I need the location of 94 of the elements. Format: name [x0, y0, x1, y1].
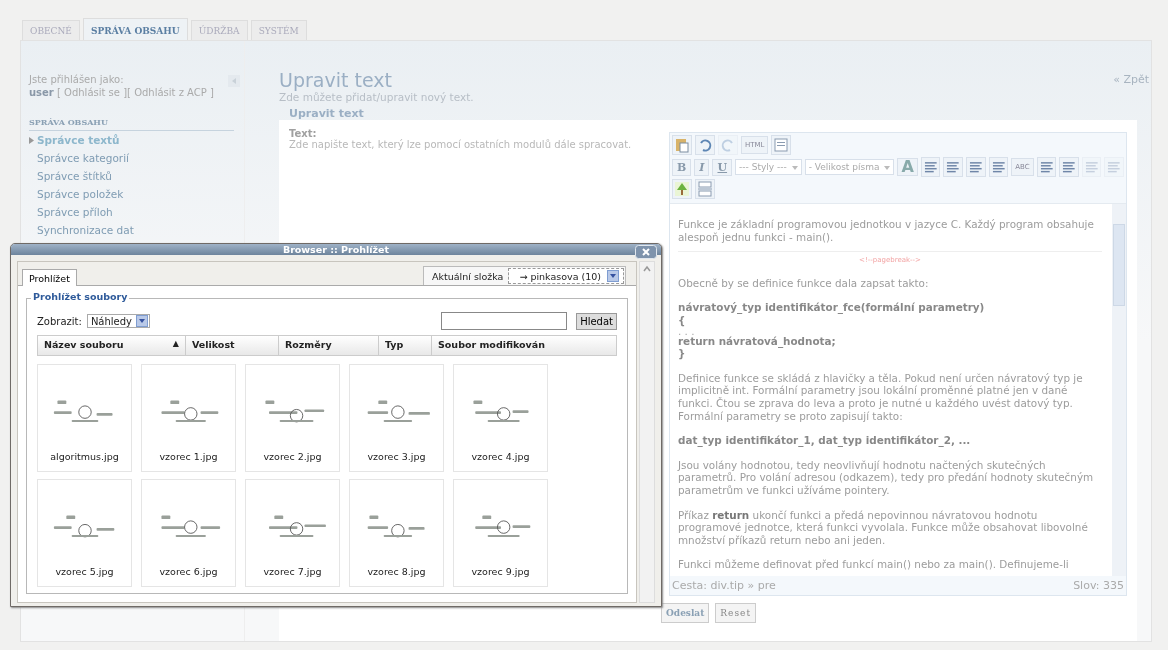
view-dropdown[interactable]: Náhledy	[86, 314, 151, 328]
section-heading: SPRÁVA OBSAHU	[29, 117, 234, 131]
list-icon[interactable]	[1059, 157, 1079, 177]
nav-tab[interactable]: OBECNÉ	[22, 20, 80, 40]
file-thumbnail[interactable]: vzorec 9.jpg	[453, 479, 548, 587]
close-icon[interactable]	[635, 245, 657, 259]
dialog-title: Browser :: Prohlížet	[282, 244, 390, 255]
align-icon[interactable]	[943, 157, 963, 177]
toolbar-dropdown[interactable]: --- Styly ---	[735, 159, 802, 175]
code-line: návratový_typ identifikátor_fce(formální parametry)	[678, 301, 986, 314]
nav-tab[interactable]: SYSTÉM	[250, 20, 307, 40]
sidebar-item[interactable]: Synchronizace dat	[29, 221, 234, 239]
caret-icon	[884, 166, 891, 170]
search-button[interactable]: Hledat	[576, 312, 617, 330]
form-legend: Upravit text	[289, 107, 1151, 120]
file-thumbnail[interactable]: vzorec 1.jpg	[141, 364, 236, 472]
scrollbar[interactable]	[639, 261, 655, 603]
editor-paragraph: Funkci můžeme definovat před funkcí main() nebo za main(). Definujeme-li	[678, 558, 1070, 571]
column-header[interactable]: Název souboru ▲	[38, 336, 186, 355]
align-icon[interactable]	[988, 157, 1009, 177]
column-header[interactable]: Rozměry	[279, 336, 379, 355]
file-name: vzorec 6.jpg	[159, 566, 218, 577]
code-line: }	[678, 347, 687, 360]
file-thumbnail[interactable]: vzorec 2.jpg	[245, 364, 340, 472]
fieldset-legend: Prohlížet soubory	[31, 291, 130, 302]
sidebar-item[interactable]: Správce textů	[29, 131, 234, 149]
file-name: vzorec 1.jpg	[159, 451, 218, 462]
code-line: . . .	[678, 326, 696, 335]
submit-button[interactable]: Odeslat	[661, 603, 710, 623]
caret-icon	[607, 270, 619, 282]
field-label: Text:	[289, 128, 318, 139]
paste-icon[interactable]	[672, 135, 692, 155]
code-line: dat_typ identifikátor_1, dat_typ identifikátor_2, ...	[678, 434, 972, 447]
sort-indicator: ▲	[172, 339, 179, 350]
file-thumbnail[interactable]: vzorec 6.jpg	[141, 479, 236, 587]
caret-icon	[791, 166, 798, 170]
page-title: Upravit text	[279, 69, 392, 91]
sidebar-item[interactable]: Správce příloh	[29, 203, 234, 221]
file-name: vzorec 7.jpg	[263, 566, 322, 577]
toolbar-button[interactable]: I	[694, 158, 710, 176]
window-icon[interactable]	[771, 135, 792, 155]
file-name: vzorec 4.jpg	[471, 451, 530, 462]
back-link[interactable]: « Zpět	[1113, 73, 1149, 86]
scrollbar[interactable]	[1112, 204, 1126, 576]
file-thumbnail[interactable]: vzorec 5.jpg	[37, 479, 132, 587]
toolbar-dropdown[interactable]: - Velikost písma	[804, 159, 895, 175]
view-label: Zobrazit:	[37, 315, 82, 327]
element-path: Cesta: div.tip » pre	[672, 579, 776, 592]
file-name: vzorec 3.jpg	[367, 451, 426, 462]
align-icon[interactable]	[966, 157, 986, 177]
tree-icon[interactable]	[672, 179, 692, 199]
folder-label: Aktuální složka	[432, 270, 504, 282]
align-icon[interactable]	[920, 157, 941, 177]
file-name: vzorec 2.jpg	[263, 451, 322, 462]
editor-paragraph: Funkce je základní programovou jednotkou v jazyce C. Každý program obsahuje alespoň jednu funkci - main().	[678, 218, 1095, 244]
column-header[interactable]: Soubor modifikován	[432, 336, 616, 355]
reset-button[interactable]: Reset	[715, 603, 756, 623]
scroll-up-icon[interactable]	[642, 264, 652, 274]
column-header[interactable]: Typ	[379, 336, 432, 355]
toolbar-button[interactable]: B	[672, 158, 692, 176]
folder-dropdown[interactable]: → pinkasova (10)	[508, 268, 624, 284]
file-name: algoritmus.jpg	[50, 451, 119, 462]
file-name: vzorec 9.jpg	[471, 566, 530, 577]
toolbar-button[interactable]: U	[712, 158, 733, 176]
file-thumbnail[interactable]: vzorec 4.jpg	[453, 364, 548, 472]
dialog-tab[interactable]: Prohlížet	[22, 269, 77, 286]
caret-icon	[136, 315, 149, 327]
login-label: Jste přihlášen jako:	[29, 73, 125, 86]
word-count: Slov: 335	[1073, 579, 1124, 592]
file-name: vzorec 5.jpg	[55, 566, 114, 577]
file-thumbnail[interactable]: vzorec 3.jpg	[349, 364, 444, 472]
nav-tab[interactable]: ÚDRŽBA	[190, 20, 248, 40]
file-thumbnail[interactable]: algoritmus.jpg	[37, 364, 132, 472]
undo-icon[interactable]	[695, 135, 715, 155]
chevron-icon	[29, 137, 34, 144]
code-line: {	[678, 313, 686, 327]
editor-paragraph: Jsou volány hodnotou, tedy neovlivňují hodnotu načtených skutečných parametrů. Pro volání adresou (odkazem), tedy pro předání hodnoty skutečným parametrům ve funkci užíváme pointery.	[678, 458, 1095, 497]
editor-paragraph: Definice funkce se skládá z hlavičky a těla. Pokud není určen návratový typ je implicitně int. Formální parametry jsou lokální proměnné platné jen v dané funkci. Čtou se zprava do leva a proto je nutné u každého uvést datový typ. Formální parametry se proto zapisují takto:	[678, 371, 1084, 423]
nav-tab[interactable]: SPRÁVA OBSAHU	[82, 18, 188, 40]
sidebar-item[interactable]: Správce štítků	[29, 167, 234, 185]
sidebar-item[interactable]: Správce kategorií	[29, 149, 234, 167]
file-name: vzorec 8.jpg	[367, 566, 426, 577]
search-field[interactable]	[441, 312, 568, 330]
file-thumbnail[interactable]: vzorec 7.jpg	[245, 479, 340, 587]
page-break-icon[interactable]	[695, 179, 715, 199]
sidebar-item[interactable]: Správce položek	[29, 185, 234, 203]
list-icon[interactable]	[1036, 157, 1057, 177]
file-thumbnail[interactable]: vzorec 8.jpg	[349, 479, 444, 587]
field-hint: Zde napište text, který lze pomocí ostatních modulů dále spracovat.	[289, 139, 633, 150]
editor-paragraph: Obecně by se definice funkce dala zapsat takto:	[678, 276, 930, 290]
toolbar-button[interactable]: A	[897, 158, 918, 176]
column-header[interactable]: Velikost	[186, 336, 279, 355]
editor-paragraph: Příkaz return ukončí funkci a předá nepovinnou návratovou hodnotu programové jednotce, která funkci vyvolala. Funkce může obsahovat libovolné množství příkazů return nebo ani jeden.	[678, 508, 1089, 547]
login-links: user [ Odhlásit se ][ Odhlásit z ACP ]	[29, 86, 215, 99]
